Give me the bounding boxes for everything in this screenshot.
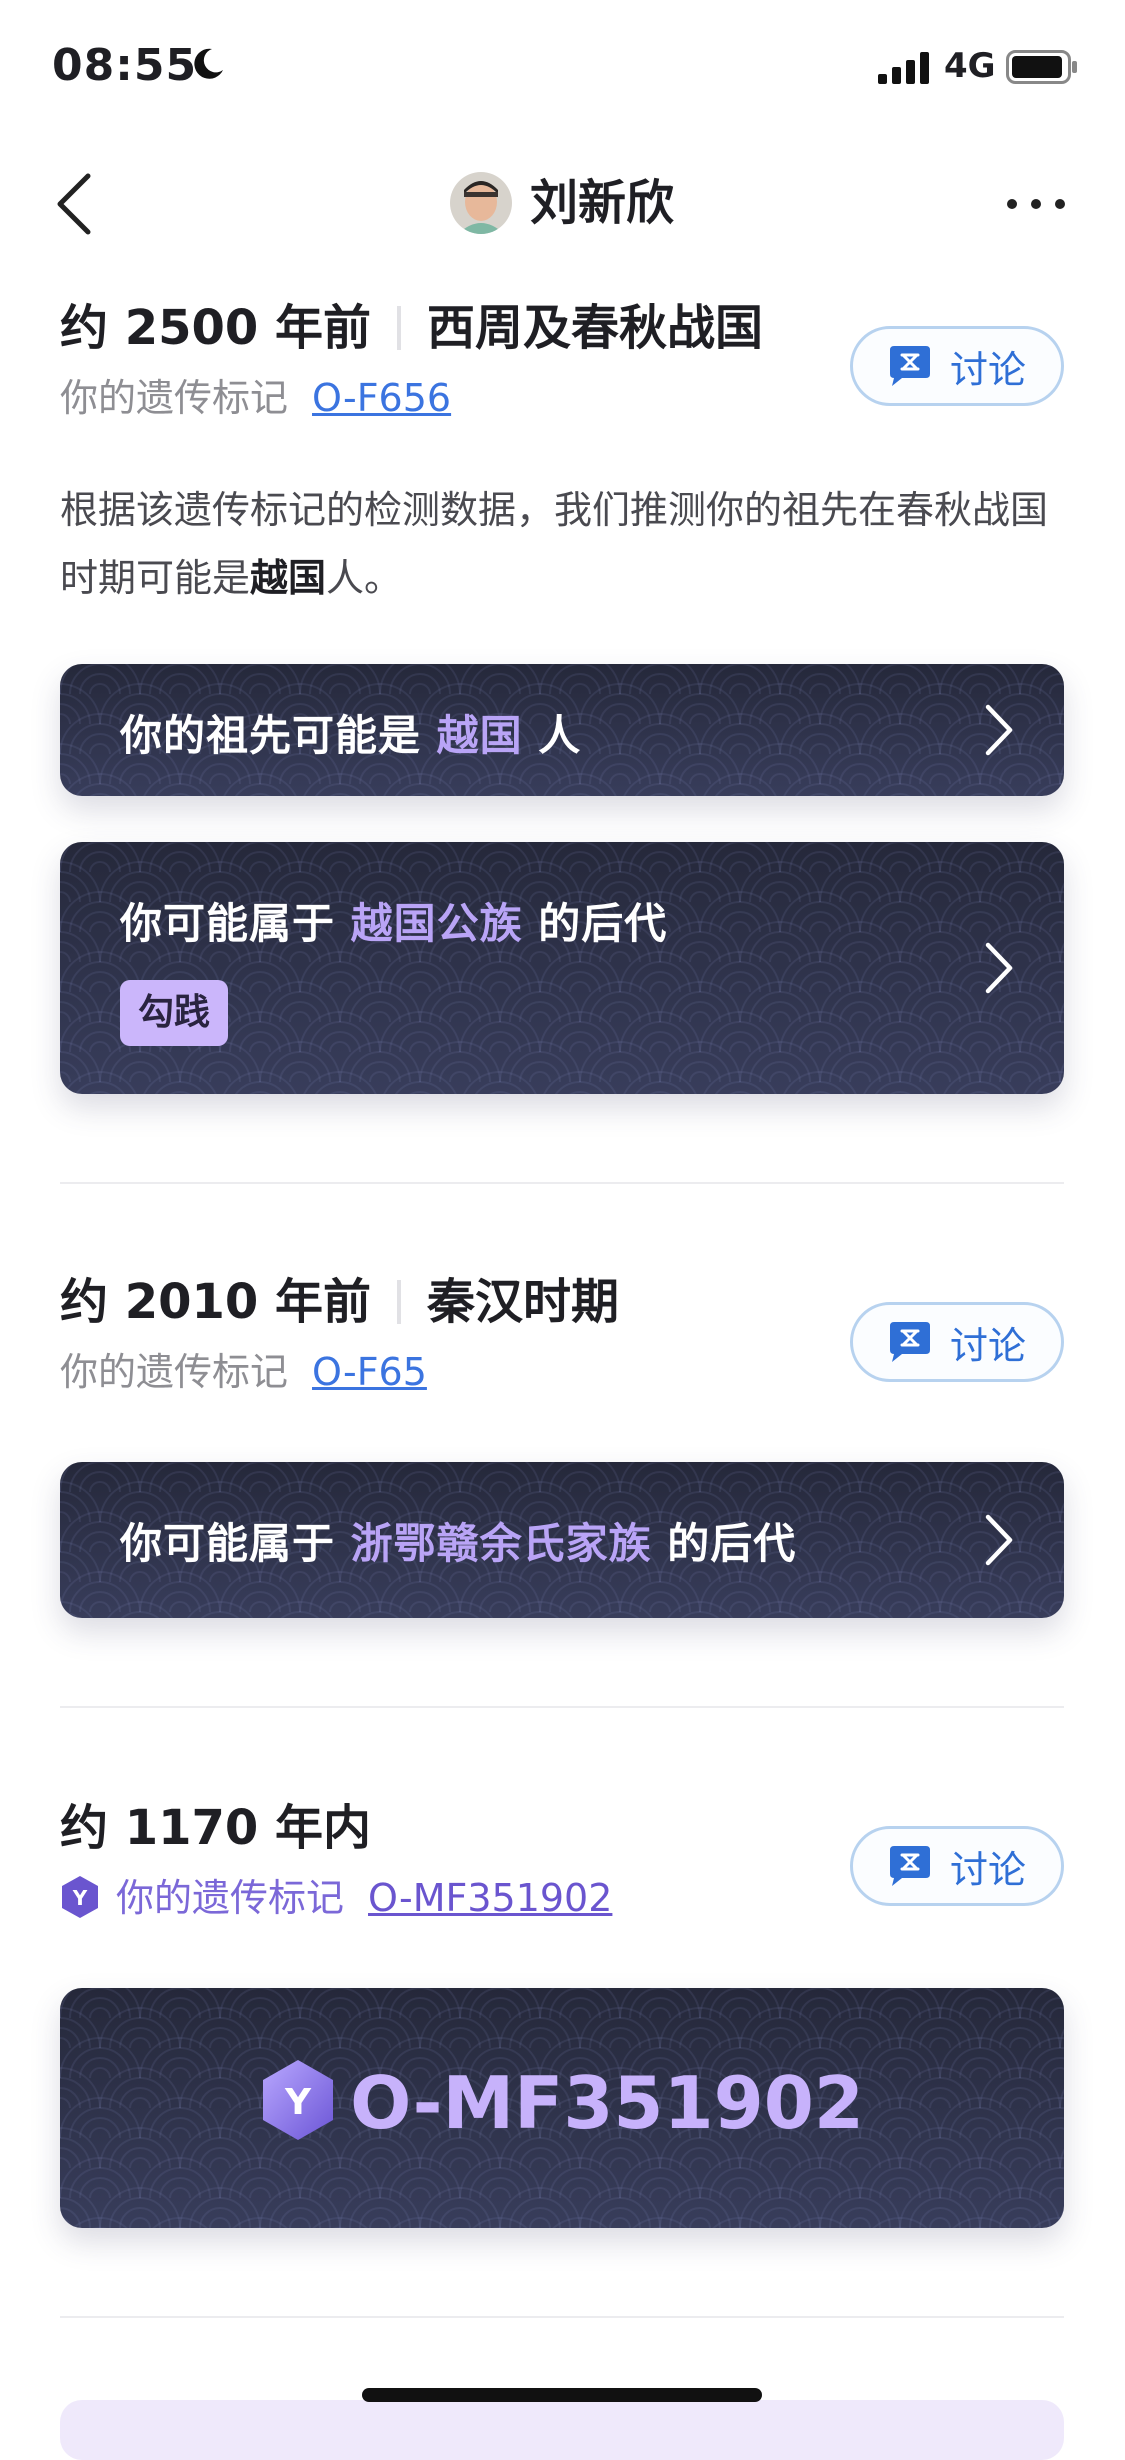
era-name: 秦汉时期 <box>427 1274 620 1330</box>
card-text-post: 人 <box>538 711 582 760</box>
home-indicator[interactable] <box>362 2388 762 2402</box>
card-highlight: 浙鄂赣余氏家族 <box>350 1519 652 1568</box>
marker-label: 你的遗传标记 <box>116 1876 345 1920</box>
discuss-label: 讨论 <box>949 1847 1026 1892</box>
genetic-marker-line: 你的遗传标记 O-F656 <box>60 372 451 424</box>
section-divider <box>60 1706 1064 1708</box>
y-chromosome-badge-icon: Y <box>263 2060 334 2140</box>
page-title: 刘新欣 <box>530 175 675 231</box>
card-text-pre: 你的祖先可能是 <box>120 711 422 760</box>
discuss-label: 讨论 <box>949 1323 1026 1368</box>
chevron-right-icon <box>985 1514 1013 1566</box>
description-highlight: 越国 <box>250 556 327 600</box>
clan-card[interactable]: 你可能属于 越国公族 的后代 勾践 <box>60 842 1064 1094</box>
card-text-pre: 你可能属于 <box>120 1519 336 1568</box>
badge-letter: Y <box>284 2082 312 2123</box>
marker-label: 你的遗传标记 <box>60 1350 289 1394</box>
discuss-button[interactable]: 讨论 <box>850 1826 1064 1906</box>
y-chromosome-badge-icon: Y <box>62 1876 98 1918</box>
wave-pattern <box>60 842 1064 1094</box>
era-age: 约 1170 年内 <box>60 1800 372 1856</box>
haplogroup-code: Y O-MF351902 <box>60 2058 1064 2145</box>
era-name: 西周及春秋战国 <box>427 300 764 356</box>
discuss-label: 讨论 <box>949 347 1026 392</box>
card-text: 你可能属于 浙鄂赣余氏家族 的后代 <box>120 1510 796 1571</box>
card-highlight: 越国 <box>436 711 523 760</box>
ancestry-card[interactable]: 你的祖先可能是 越国 人 <box>60 664 1064 796</box>
battery-icon <box>1006 50 1077 84</box>
ancestry-description: 根据该遗传标记的检测数据，我们推测你的祖先在春秋战国时期可能是越国人。 <box>60 476 1064 612</box>
genetic-marker-line: Y 你的遗传标记 O-MF351902 <box>60 1872 612 1924</box>
moon-icon <box>194 48 223 79</box>
card-text-post: 的后代 <box>667 1519 797 1568</box>
chat-bubble-icon <box>889 1846 930 1886</box>
era-age: 约 2500 年前 <box>60 300 372 356</box>
card-text: 你可能属于 越国公族 的后代 <box>120 890 667 951</box>
discuss-button[interactable]: 讨论 <box>850 326 1064 406</box>
era-separator <box>397 1280 402 1324</box>
lineage-section: 约 2010 年前 秦汉时期 你的遗传标记 O-F65 讨论 你可能属于 浙鄂赣余氏… <box>60 1270 1064 1620</box>
marker-link[interactable]: O-MF351902 <box>368 1876 612 1920</box>
card-text: 你的祖先可能是 越国 人 <box>120 702 581 763</box>
discuss-button[interactable]: 讨论 <box>850 1302 1064 1382</box>
status-time: 08:55 <box>52 40 198 91</box>
ancestor-tag: 勾践 <box>120 980 229 1046</box>
description-text: 根据该遗传标记的检测数据，我们推测你的祖先在春秋战国时期可能是 <box>60 488 1049 600</box>
avatar[interactable] <box>450 172 512 234</box>
card-highlight: 越国公族 <box>350 899 523 948</box>
chevron-right-icon <box>985 704 1013 756</box>
back-chevron-icon[interactable] <box>54 172 94 236</box>
marker-link[interactable]: O-F656 <box>312 376 451 420</box>
chevron-right-icon <box>985 942 1013 994</box>
more-icon[interactable] <box>1004 196 1068 212</box>
lineage-section: 约 1170 年内 Y 你的遗传标记 O-MF351902 讨论 Y O-MF3… <box>60 1796 1064 2228</box>
clan-card[interactable]: 你可能属于 浙鄂赣余氏家族 的后代 <box>60 1462 1064 1618</box>
era-age: 约 2010 年前 <box>60 1274 372 1330</box>
description-end: 人。 <box>326 556 403 600</box>
section-divider <box>60 2316 1064 2318</box>
genetic-marker-line: 你的遗传标记 O-F65 <box>60 1346 427 1398</box>
haplogroup-card[interactable]: Y O-MF351902 <box>60 1988 1064 2228</box>
section-divider <box>60 1182 1064 1184</box>
era-separator <box>397 306 402 350</box>
next-card-peek <box>60 2400 1064 2460</box>
status-bar: 08:55 4G <box>0 0 1125 140</box>
badge-letter: Y <box>72 1886 88 1910</box>
era-heading: 约 2500 年前 西周及春秋战国 <box>60 296 763 360</box>
avatar-image <box>450 172 512 234</box>
era-heading: 约 1170 年内 <box>60 1796 371 1860</box>
chat-bubble-icon <box>889 1322 930 1362</box>
cellular-signal-icon <box>878 52 929 84</box>
marker-link[interactable]: O-F65 <box>312 1350 427 1394</box>
card-text-pre: 你可能属于 <box>120 899 336 948</box>
haplogroup-code-text: O-MF351902 <box>350 2061 864 2145</box>
marker-label: 你的遗传标记 <box>60 376 289 420</box>
network-type: 4G <box>944 46 996 86</box>
chat-bubble-icon <box>889 346 930 386</box>
lineage-section: 约 2500 年前 西周及春秋战国 你的遗传标记 O-F656 讨论 根据该遗传标记… <box>60 296 1064 1096</box>
card-text-post: 的后代 <box>538 899 668 948</box>
era-heading: 约 2010 年前 秦汉时期 <box>60 1270 619 1334</box>
